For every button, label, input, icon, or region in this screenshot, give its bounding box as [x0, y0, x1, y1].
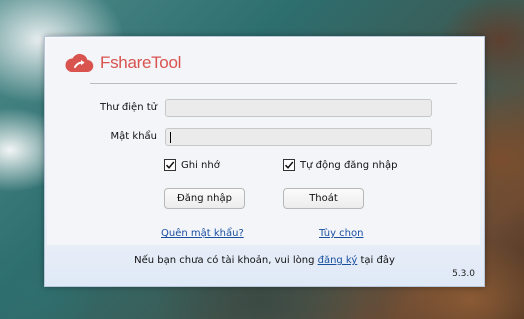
- password-label: Mật khẩu: [110, 131, 157, 142]
- cloud-upload-icon: [65, 53, 94, 73]
- email-field[interactable]: [165, 99, 432, 117]
- login-button[interactable]: Đăng nhập: [164, 188, 245, 209]
- app-logo: FshareTool: [64, 52, 181, 74]
- options-link[interactable]: Tùy chọn: [319, 228, 363, 239]
- register-prompt-suffix: tại đây: [357, 255, 395, 266]
- auto-login-checkbox-box[interactable]: [283, 159, 295, 171]
- auto-login-label: Tự động đăng nhập: [300, 159, 398, 171]
- register-link[interactable]: đăng ký: [318, 255, 358, 266]
- checkmark-icon: [165, 161, 175, 169]
- version-label: 5.3.0: [452, 269, 475, 279]
- auto-login-checkbox[interactable]: Tự động đăng nhập: [283, 159, 397, 171]
- remember-checkbox[interactable]: Ghi nhớ: [164, 159, 220, 171]
- password-field[interactable]: [165, 128, 432, 146]
- app-title: FshareTool: [100, 53, 182, 72]
- register-prompt: Nếu bạn chưa có tài khoản, vui lòng đăng…: [45, 255, 484, 266]
- email-label: Thư điện tử: [99, 102, 157, 113]
- login-window: FshareTool Thư điện tử Mật khẩu Ghi nhớ …: [44, 36, 485, 287]
- register-prompt-text: Nếu bạn chưa có tài khoản, vui lòng: [134, 255, 318, 266]
- remember-label: Ghi nhớ: [181, 159, 220, 171]
- checkmark-icon: [284, 161, 294, 169]
- remember-checkbox-box[interactable]: [164, 159, 176, 171]
- exit-button[interactable]: Thoát: [283, 188, 364, 209]
- login-panel: FshareTool Thư điện tử Mật khẩu Ghi nhớ …: [47, 39, 480, 245]
- forgot-password-link[interactable]: Quên mật khẩu?: [161, 228, 244, 239]
- header-divider: [90, 83, 457, 84]
- text-caret: [170, 132, 171, 143]
